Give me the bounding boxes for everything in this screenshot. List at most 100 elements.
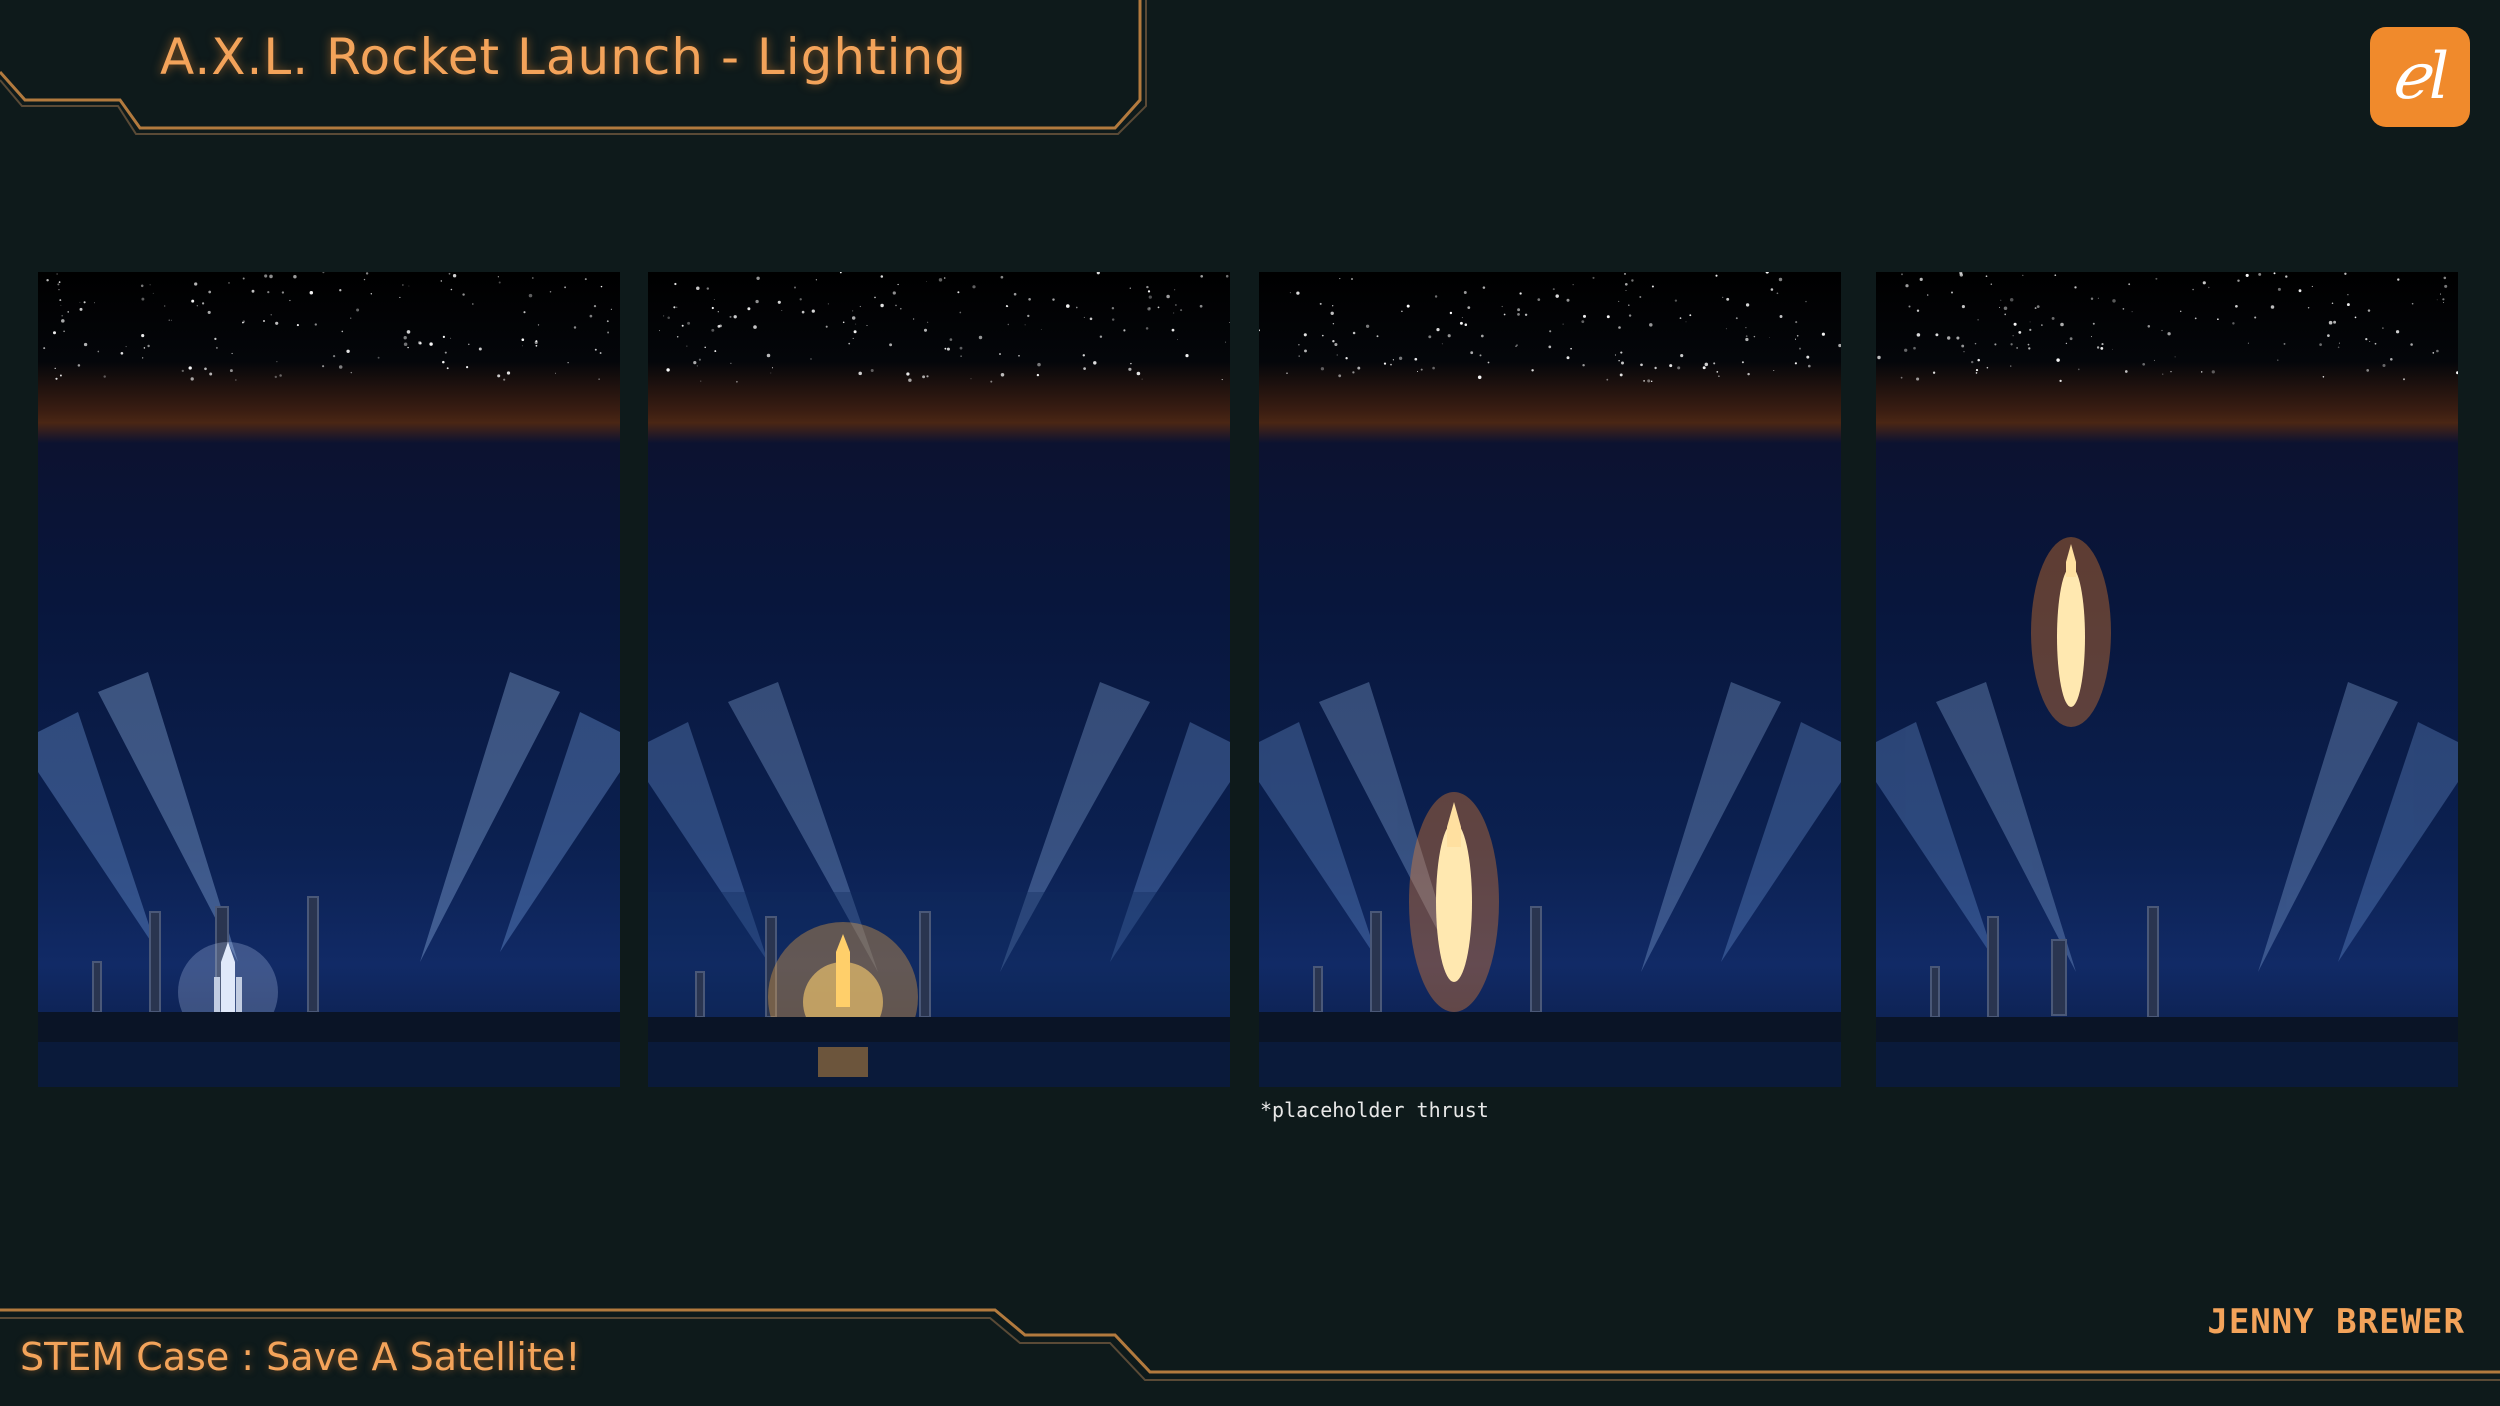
star [1877,355,1881,360]
star [46,278,49,282]
star [704,346,706,349]
star [2147,325,2151,328]
star [892,291,896,295]
star [171,319,173,321]
star [874,296,876,299]
star [693,361,697,365]
star [54,367,56,370]
star [429,342,433,346]
star [1963,351,1965,353]
star [1040,329,1042,330]
star [943,277,946,279]
star [706,287,710,290]
star [58,289,60,291]
water-reflection [648,1042,1230,1087]
star [2009,297,2014,302]
star [1175,304,1177,306]
star [2028,347,2031,350]
star [2322,376,2325,378]
star [446,367,449,370]
star [2277,287,2281,291]
star [1464,323,1468,326]
star [1935,333,1939,337]
star [322,365,325,368]
star [1298,344,1300,346]
star [1383,362,1387,365]
star [263,320,265,322]
star [794,286,796,289]
star [1562,323,1564,325]
star [1807,364,1811,368]
star [293,274,297,279]
star [1414,357,1418,361]
star [736,380,738,383]
star [1606,378,1609,381]
star [658,330,661,332]
page-title: A.X.L. Rocket Launch - Lighting [160,28,968,86]
star [1961,305,1965,309]
brand-logo-icon: ℯl [2370,27,2470,127]
star [1998,306,2001,308]
star [970,378,972,380]
star [1977,319,1979,321]
launch-towers [1930,906,2159,1018]
star [681,324,684,327]
star [497,374,501,378]
star [1000,275,1004,279]
star [666,368,670,372]
star [2000,299,2002,301]
star [923,328,928,332]
star [1200,274,1204,278]
star [1669,364,1673,368]
star [141,297,145,301]
star [781,309,783,311]
star [2366,369,2370,372]
star [1479,354,1482,357]
star [1432,366,1435,370]
star [1350,277,1354,281]
star [1332,322,1335,325]
star [2131,311,2133,313]
star [1990,283,1993,285]
star [2382,327,2384,329]
star [2439,293,2442,295]
star [444,351,447,354]
star [938,278,943,282]
star [2192,288,2194,291]
star [2022,274,2024,277]
star [1932,371,1936,374]
star [281,291,285,294]
star [2436,349,2439,353]
star [1524,313,1528,316]
star [140,284,144,288]
star [1066,304,1070,308]
star [1956,336,1960,340]
rocket-thrust-flame [1409,792,1499,1012]
star [365,272,369,275]
star [1704,362,1709,367]
star [1416,370,1419,373]
star [79,301,81,303]
star [52,331,57,335]
star [1157,306,1160,309]
searchlight-beams [1876,682,2458,972]
star [1685,321,1687,323]
star [1089,317,1093,321]
star [2027,343,2030,346]
star [912,318,915,320]
star [1628,304,1630,306]
star [141,334,145,338]
star [57,283,60,286]
star [370,293,372,295]
star [1650,380,1653,383]
star [2374,342,2377,345]
star [1501,305,1503,308]
star [2410,343,2413,346]
star [289,299,291,302]
star [59,374,62,377]
star [696,365,698,367]
star [1013,292,1017,296]
star [450,288,453,291]
star [2170,371,2172,373]
star [497,276,499,278]
